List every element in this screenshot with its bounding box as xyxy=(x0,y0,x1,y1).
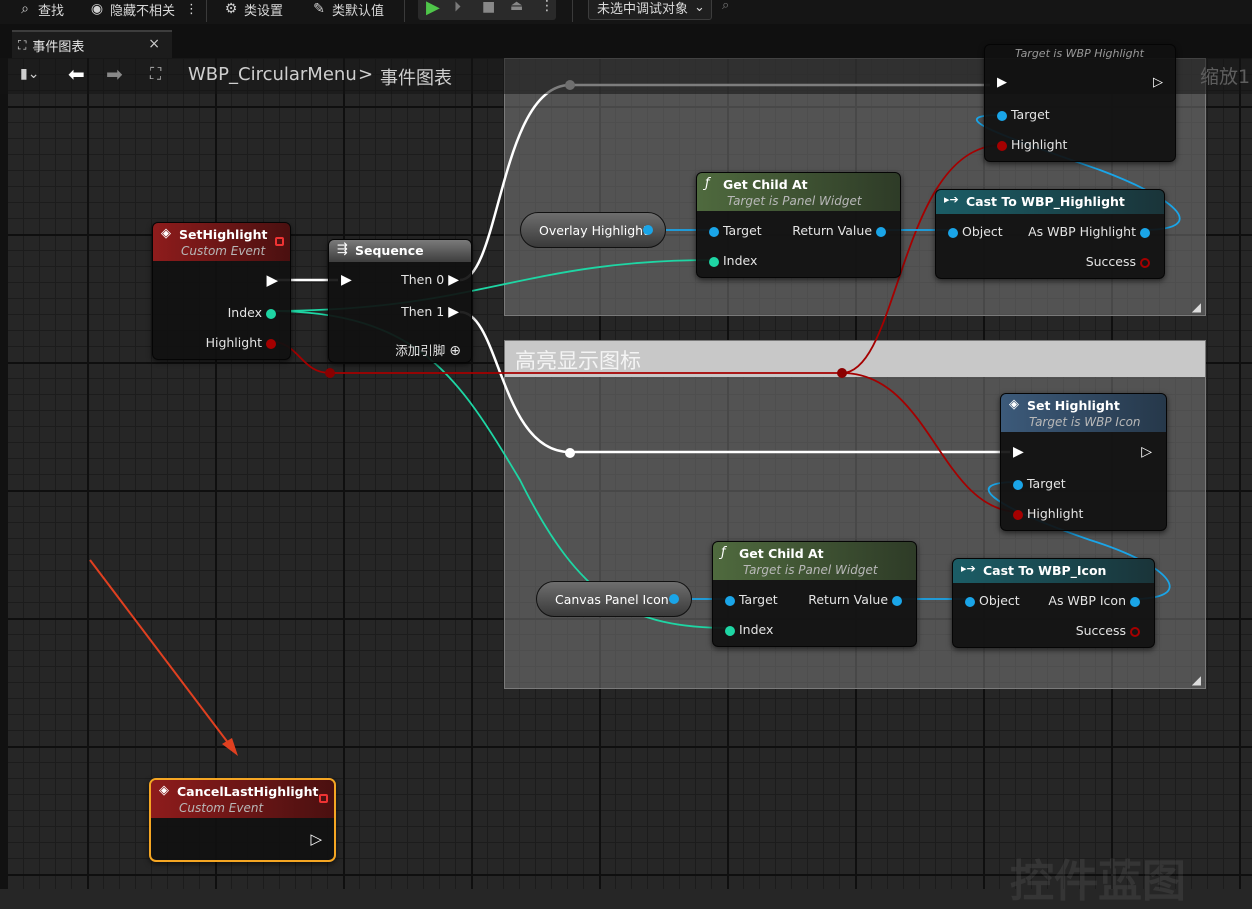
pin-dot xyxy=(709,256,719,267)
pin-dot xyxy=(643,225,653,235)
zoom-label: 缩放1 xyxy=(1200,66,1251,88)
bookmark-icon[interactable]: ▮⌄ xyxy=(20,66,39,82)
exec-in-pin[interactable]: ▶ xyxy=(1013,444,1024,460)
highlight-pin[interactable]: Highlight xyxy=(997,137,1067,152)
cast-to-wbp-icon-node[interactable]: ▸➔ Cast To WBP_Icon Object As WBP Icon S… xyxy=(952,558,1155,648)
node-header: ◈ CancelLastHighlight Custom Event xyxy=(151,780,334,818)
highlight-wire xyxy=(841,372,1019,513)
exec-out-pin[interactable]: ▷ xyxy=(310,830,322,848)
pin-dot xyxy=(997,110,1007,121)
pin-dot xyxy=(997,140,1007,151)
node-header: ƒ Get Child At Target is Panel Widget xyxy=(697,173,900,211)
index-pin[interactable]: Index xyxy=(228,305,276,320)
cancel-last-highlight-event-node[interactable]: ◈ CancelLastHighlight Custom Event ▷ xyxy=(149,778,336,862)
cast-icon: ▸➔ xyxy=(944,193,959,206)
delegate-pin[interactable] xyxy=(275,237,284,246)
function-icon: ◈ xyxy=(1009,397,1019,412)
watermark: 控件蓝图 xyxy=(1010,856,1186,907)
reroute-knot[interactable] xyxy=(565,448,575,458)
exec-out-pin[interactable]: ▶ xyxy=(266,271,278,289)
pin-dot xyxy=(948,227,958,238)
pin-dot xyxy=(1130,626,1140,637)
exec-out-pin[interactable]: ▷ xyxy=(1153,75,1163,90)
node-header: ▸➔ Cast To WBP_Highlight xyxy=(936,190,1164,214)
function-icon: ƒ xyxy=(721,545,726,560)
delegate-pin[interactable] xyxy=(319,794,328,803)
pin-dot xyxy=(892,595,902,606)
set-highlight-event-node[interactable]: ◈ SetHighlight Custom Event ▶ Index High… xyxy=(152,222,291,360)
get-child-at-node-1[interactable]: ƒ Get Child At Target is Panel Widget Ta… xyxy=(696,172,901,278)
target-pin[interactable]: Target xyxy=(725,592,778,607)
node-header: ◈ Set Highlight Target is WBP Icon xyxy=(1001,394,1166,432)
target-pin[interactable]: Target xyxy=(997,107,1050,122)
pin-dot xyxy=(1013,479,1023,490)
event-icon: ◈ xyxy=(159,783,169,798)
set-highlight-icon-node[interactable]: ◈ Set Highlight Target is WBP Icon ▶ ▷ T… xyxy=(1000,393,1167,531)
return-value-pin[interactable]: Return Value xyxy=(792,223,886,238)
object-pin[interactable]: Object xyxy=(965,593,1020,608)
back-arrow-icon[interactable]: ⬅ xyxy=(68,62,85,86)
event-icon: ◈ xyxy=(161,226,171,241)
pin-dot xyxy=(1130,596,1140,607)
pin-dot xyxy=(1140,257,1150,268)
highlight-pin[interactable]: Highlight xyxy=(1013,506,1083,521)
exec-in-pin[interactable]: ▶ xyxy=(997,75,1007,90)
set-highlight-node-top[interactable]: Target is WBP Highlight ▶ ▷ Target Highl… xyxy=(984,44,1176,162)
pin-dot xyxy=(1140,227,1150,238)
cast-icon: ▸➔ xyxy=(961,562,976,575)
pin-dot xyxy=(709,226,719,237)
highlight-pin[interactable]: Highlight xyxy=(206,335,276,350)
index-pin[interactable]: Index xyxy=(725,622,773,637)
annotation-arrowhead xyxy=(222,738,238,756)
exec-out-pin[interactable]: ▷ xyxy=(1141,444,1152,460)
pin-dot xyxy=(1013,509,1023,520)
graph-icon: ⛶ xyxy=(150,64,162,83)
node-header: ƒ Get Child At Target is Panel Widget xyxy=(713,542,916,580)
sequence-node[interactable]: ⇶ Sequence ▶ Then 0 ▶ Then 1 ▶ 添加引脚 ⊕ xyxy=(328,239,472,363)
exec-wire xyxy=(459,310,1010,454)
function-icon: ƒ xyxy=(705,176,710,191)
pin-dot xyxy=(669,594,679,604)
pin-dot xyxy=(965,596,975,607)
success-pin[interactable]: Success xyxy=(1086,254,1150,269)
add-circle-icon: ⊕ xyxy=(449,343,461,359)
cast-to-wbp-highlight-node[interactable]: ▸➔ Cast To WBP_Highlight Object As WBP H… xyxy=(935,189,1165,279)
success-pin[interactable]: Success xyxy=(1076,623,1140,638)
pin-dot xyxy=(876,226,886,237)
pin-dot xyxy=(725,625,735,636)
get-child-at-node-2[interactable]: ƒ Get Child At Target is Panel Widget Ta… xyxy=(712,541,917,647)
breadcrumb-graph[interactable]: 事件图表 xyxy=(380,64,452,90)
forward-arrow-icon[interactable]: ➡ xyxy=(106,62,123,86)
object-pin[interactable]: Object xyxy=(948,224,1003,239)
node-header: ◈ SetHighlight Custom Event xyxy=(153,223,290,261)
reroute-knot[interactable] xyxy=(837,368,847,378)
reroute-knot[interactable] xyxy=(325,368,335,378)
index-pin[interactable]: Index xyxy=(709,253,757,268)
then-0-pin[interactable]: Then 0 ▶ xyxy=(401,272,459,288)
target-pin[interactable]: Target xyxy=(1013,476,1066,491)
overlay-highlight-variable[interactable]: Overlay Highlight xyxy=(520,212,666,248)
pin-dot xyxy=(266,338,276,349)
breadcrumb-separator: > xyxy=(358,64,374,85)
breadcrumb-blueprint[interactable]: WBP_CircularMenu xyxy=(188,64,357,85)
as-wbp-highlight-pin[interactable]: As WBP Highlight xyxy=(1028,224,1150,239)
pin-dot xyxy=(725,595,735,606)
add-pin-button[interactable]: 添加引脚 ⊕ xyxy=(395,340,461,359)
sequence-icon: ⇶ xyxy=(337,242,348,257)
exec-in-pin[interactable]: ▶ xyxy=(341,272,352,288)
node-header: ▸➔ Cast To WBP_Icon xyxy=(953,559,1154,583)
return-value-pin[interactable]: Return Value xyxy=(808,592,902,607)
exec-out-icon: ▶ xyxy=(448,304,459,320)
annotation-arrow xyxy=(89,559,233,749)
node-header: ⇶ Sequence xyxy=(329,240,471,262)
canvas-panel-icon-variable[interactable]: Canvas Panel Icon xyxy=(536,581,692,617)
then-1-pin[interactable]: Then 1 ▶ xyxy=(401,304,459,320)
exec-out-icon: ▶ xyxy=(448,272,459,288)
pin-dot xyxy=(266,308,276,319)
node-subtitle: Target is WBP Highlight xyxy=(1015,47,1144,60)
target-pin[interactable]: Target xyxy=(709,223,762,238)
as-wbp-icon-pin[interactable]: As WBP Icon xyxy=(1048,593,1140,608)
